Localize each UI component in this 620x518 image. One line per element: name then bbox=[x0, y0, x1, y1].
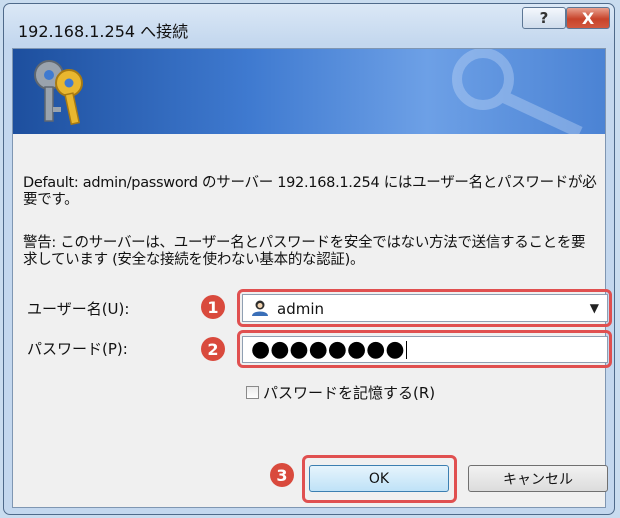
server-message: Default: admin/password のサーバー 192.168.1.… bbox=[23, 175, 597, 208]
keys-icon bbox=[34, 60, 83, 126]
header-banner bbox=[13, 49, 605, 134]
login-dialog: 192.168.1.254 へ接続 ? X Default: admin/pas… bbox=[3, 3, 615, 515]
security-warning: 警告: このサーバーは、ユーザー名とパスワードを安全ではない方法で送信することを… bbox=[23, 235, 586, 268]
annotation-marker-2: 2 bbox=[201, 337, 225, 361]
remember-password-label: パスワードを記憶する(R) bbox=[263, 384, 436, 402]
window-title: 192.168.1.254 へ接続 bbox=[18, 22, 189, 41]
highlight-ok bbox=[302, 455, 457, 503]
annotation-marker-1: 1 bbox=[201, 295, 225, 319]
remember-password-checkbox[interactable] bbox=[246, 386, 259, 399]
remember-password-row[interactable]: パスワードを記憶する(R) bbox=[246, 382, 435, 403]
highlight-password bbox=[237, 330, 612, 368]
help-button[interactable]: ? bbox=[522, 7, 566, 29]
help-icon: ? bbox=[539, 9, 549, 27]
cancel-button[interactable]: キャンセル bbox=[468, 465, 608, 492]
title-bar[interactable]: 192.168.1.254 へ接続 ? X bbox=[4, 4, 614, 48]
close-icon: X bbox=[581, 8, 595, 28]
highlight-username bbox=[237, 289, 612, 327]
username-label: ユーザー名(U): bbox=[27, 300, 130, 318]
background-keys-icon bbox=[452, 49, 583, 134]
password-label: パスワード(P): bbox=[27, 340, 128, 358]
annotation-marker-3: 3 bbox=[270, 463, 294, 487]
close-button[interactable]: X bbox=[566, 7, 610, 29]
dialog-body: Default: admin/password のサーバー 192.168.1.… bbox=[12, 48, 612, 508]
